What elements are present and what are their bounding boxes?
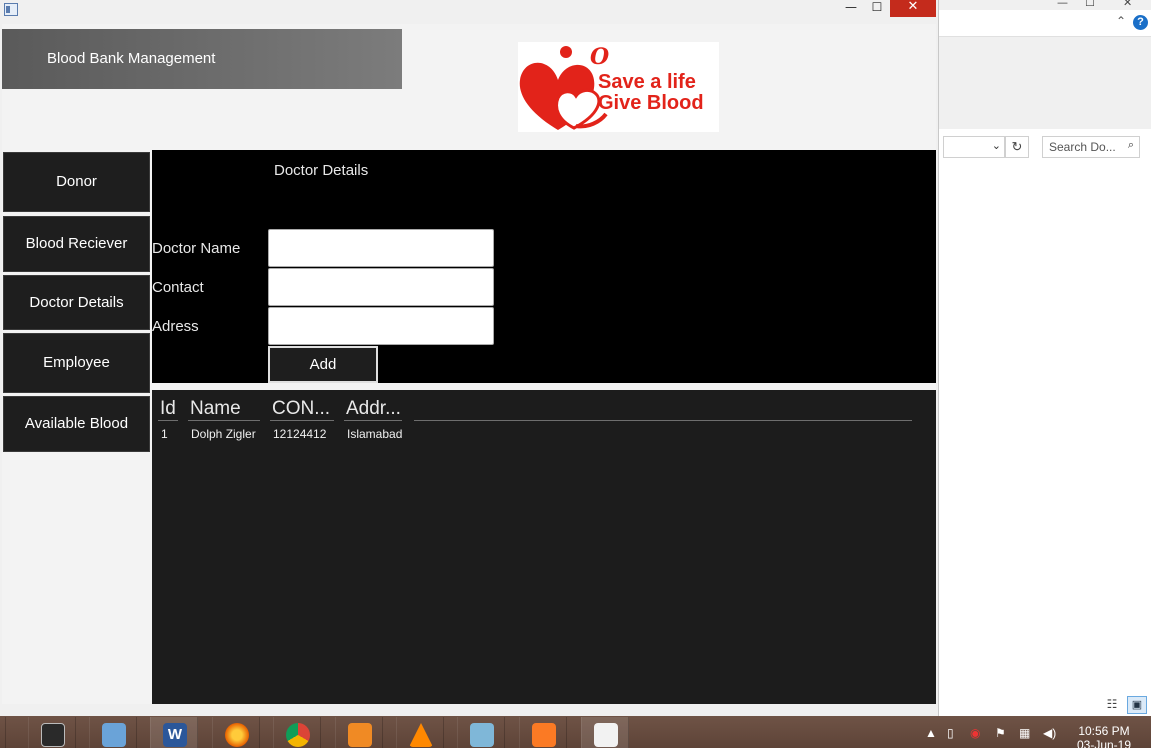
search-box[interactable]: Search Do... ⌕: [1042, 136, 1140, 158]
logo-line-2: Give Blood: [598, 92, 704, 114]
taskbar: W ▲ ▯ ◉ ⚑ ▦ ◀): [0, 716, 1151, 748]
doctor-name-input[interactable]: [268, 229, 494, 267]
background-explorer-window: — ☐ ✕ ⌃ ? ⌄ ↻ Search Do... ⌕ ☷ ▣: [938, 0, 1151, 716]
media-player-classic-icon: [41, 723, 65, 747]
app-window-icon: [4, 3, 18, 16]
doctor-form-panel: Doctor Details Doctor Name Contact Adres…: [152, 150, 936, 383]
search-placeholder: Search Do...: [1049, 140, 1116, 154]
header-banner: Blood Bank Management: [2, 29, 402, 89]
sidebar-item-donor[interactable]: Donor: [3, 152, 150, 212]
search-icon[interactable]: ⌕: [1128, 139, 1134, 152]
xampp-icon: [532, 723, 556, 747]
taskbar-word[interactable]: W: [150, 717, 198, 748]
add-button[interactable]: Add: [268, 346, 378, 383]
address-label: Adress: [152, 318, 199, 335]
logo-line-1: Save a life: [598, 71, 696, 93]
uc-browser-icon: [348, 723, 372, 747]
taskbar-java[interactable]: [581, 717, 629, 748]
save-a-life-logo: O Save a life Give Blood: [518, 42, 719, 132]
column-header-contact[interactable]: CON...: [272, 398, 330, 420]
clock-time: 10:56 PM: [1078, 724, 1130, 738]
help-icon[interactable]: ?: [1133, 15, 1148, 30]
large-icons-view-icon[interactable]: ▣: [1127, 696, 1147, 714]
battery-icon[interactable]: ▯: [947, 726, 954, 740]
start-button[interactable]: [0, 717, 6, 748]
contact-input[interactable]: [268, 268, 494, 306]
column-divider: [344, 420, 402, 421]
app-title: Blood Bank Management: [47, 50, 216, 67]
minimize-button[interactable]: —: [838, 0, 864, 17]
taskbar-virtualbox[interactable]: [89, 717, 137, 748]
java-icon: [594, 723, 618, 747]
doctor-name-label: Doctor Name: [152, 240, 241, 257]
clock[interactable]: 10:56 PM 03-Jun-19: [1068, 724, 1140, 748]
blood-bank-window: — ☐ ✕ Blood Bank Management O Save a lif…: [0, 0, 938, 711]
taskbar-firefox[interactable]: [212, 717, 260, 748]
antivirus-icon[interactable]: ◉: [970, 726, 980, 740]
bg-maximize-button[interactable]: ☐: [1085, 0, 1095, 9]
column-header-name[interactable]: Name: [190, 398, 241, 420]
column-header-address[interactable]: Addr...: [346, 398, 401, 420]
svg-text:O: O: [590, 44, 609, 70]
contact-label: Contact: [152, 279, 204, 296]
sidebar-item-employee[interactable]: Employee: [3, 333, 150, 393]
cell-contact: 12124412: [273, 427, 327, 441]
virtualbox-icon: [102, 723, 126, 747]
column-divider: [414, 420, 912, 421]
chrome-icon: [286, 723, 310, 747]
action-center-flag-icon[interactable]: ⚑: [995, 726, 1006, 740]
volume-icon[interactable]: ◀): [1043, 726, 1056, 740]
bg-minimize-button[interactable]: —: [1057, 0, 1068, 9]
taskbar-app[interactable]: [457, 717, 505, 748]
background-titlebar: — ☐ ✕: [939, 0, 1151, 10]
firefox-icon: [225, 723, 249, 747]
cell-name: Dolph Zigler: [191, 427, 256, 441]
address-bar[interactable]: ⌄: [943, 136, 1005, 158]
column-divider: [158, 420, 178, 421]
clock-date: 03-Jun-19: [1076, 738, 1132, 748]
sidebar-item-doctor-details[interactable]: Doctor Details: [3, 275, 150, 330]
sidebar: Donor Blood Reciever Doctor Details Empl…: [2, 150, 152, 704]
app-client-area: Blood Bank Management O Save a life Give…: [2, 24, 936, 704]
sidebar-item-available-blood[interactable]: Available Blood: [3, 396, 150, 452]
show-hidden-icons-icon[interactable]: ▲: [925, 726, 937, 740]
details-view-icon[interactable]: ☷: [1103, 697, 1121, 713]
taskbar-xampp[interactable]: [519, 717, 567, 748]
taskbar-media-player-classic[interactable]: [28, 717, 76, 748]
network-icon[interactable]: ▦: [1019, 726, 1030, 740]
address-dropdown-icon[interactable]: ⌄: [992, 139, 1001, 152]
maximize-button[interactable]: ☐: [864, 0, 890, 17]
column-divider: [270, 420, 334, 421]
cell-address: Islamabad: [347, 427, 403, 441]
cell-id: 1: [161, 427, 168, 441]
background-ribbon: ⌃ ?: [939, 10, 1151, 37]
address-input[interactable]: [268, 307, 494, 345]
doctor-table[interactable]: Id Name CON... Addr... 1 Dolph Zigler 12…: [152, 390, 936, 704]
bg-close-button[interactable]: ✕: [1123, 0, 1132, 9]
taskbar-uc-browser[interactable]: [335, 717, 383, 748]
app-icon: [470, 723, 494, 747]
word-icon: W: [163, 723, 187, 747]
sidebar-item-blood-reciever[interactable]: Blood Reciever: [3, 216, 150, 272]
refresh-button[interactable]: ↻: [1005, 136, 1029, 158]
ribbon-collapse-icon[interactable]: ⌃: [1116, 14, 1126, 28]
close-button[interactable]: ✕: [890, 0, 936, 17]
background-ribbon-area: [939, 37, 1151, 129]
titlebar: — ☐ ✕: [0, 0, 938, 24]
vlc-icon: [409, 723, 433, 747]
taskbar-vlc[interactable]: [396, 717, 444, 748]
column-divider: [188, 420, 260, 421]
form-title: Doctor Details: [274, 162, 369, 179]
taskbar-chrome[interactable]: [273, 717, 321, 748]
column-header-id[interactable]: Id: [160, 398, 176, 420]
logo-text: Save a life Give Blood: [598, 72, 704, 114]
